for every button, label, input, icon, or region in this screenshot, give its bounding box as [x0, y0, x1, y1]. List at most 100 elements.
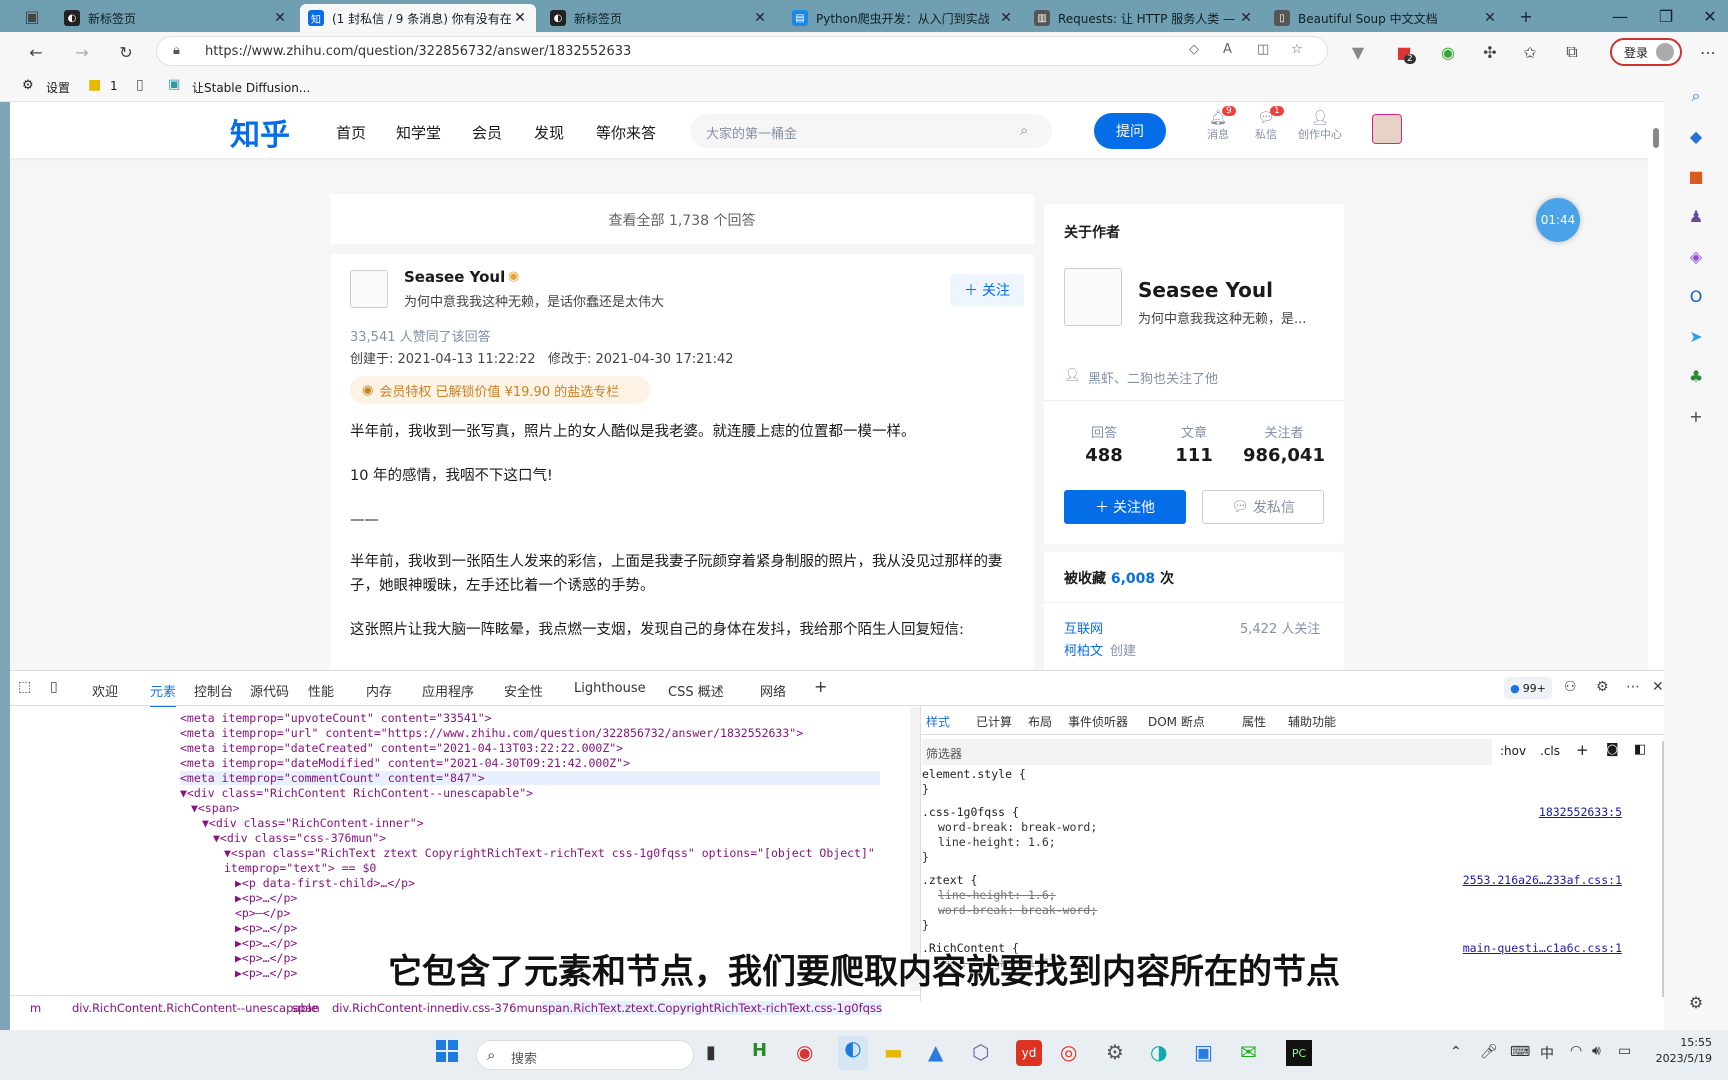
devtools-tab-performance[interactable]: 性能	[308, 681, 334, 700]
restore-icon[interactable]: ❐	[1654, 4, 1678, 28]
tab-3[interactable]: ◐ 新标签页 ✕	[542, 4, 776, 32]
css-declaration[interactable]: }	[922, 918, 929, 932]
breadcrumb-item[interactable]: div.RichContent.RichContent--unescapable	[72, 1001, 318, 1015]
start-button[interactable]	[436, 1040, 458, 1062]
forward-icon[interactable]: →	[70, 40, 94, 64]
more-menu-icon[interactable]: ⋯	[1696, 40, 1720, 64]
dom-node-line[interactable]: <meta itemprop="dateCreated" content="20…	[180, 741, 623, 755]
close-icon[interactable]: ✕	[1238, 10, 1254, 26]
dom-node-line[interactable]: <p>—</p>	[235, 906, 290, 920]
devtools-tab-css-overview[interactable]: CSS 概述	[668, 681, 724, 700]
css-declaration[interactable]: }	[922, 850, 929, 864]
favorite-star-icon[interactable]: ☆	[1291, 42, 1303, 57]
fav-settings[interactable]: 设置	[46, 79, 70, 96]
settings-icon[interactable]: ⚙	[1684, 990, 1708, 1014]
tab-2[interactable]: 知 (1 封私信 / 9 条消息) 你有没有在 ✕	[300, 4, 536, 32]
devtools-tab-sources[interactable]: 源代码	[250, 681, 289, 700]
search-input[interactable]: 大家的第一桶金 ⌕	[690, 114, 1052, 148]
taskbar-search[interactable]: ⌕ 搜索	[476, 1040, 694, 1070]
close-devtools-icon[interactable]: ✕	[1652, 679, 1664, 695]
dom-node-line[interactable]: <meta itemprop="commentCount" content="8…	[180, 771, 880, 785]
css-selector[interactable]: element.style {	[922, 767, 1026, 781]
dom-node-line[interactable]: <meta itemprop="dateModified" content="2…	[180, 756, 630, 770]
dom-node-line[interactable]: <meta itemprop="url" content="https://ww…	[180, 726, 803, 740]
send-message-button[interactable]: 💬︎ 发私信	[1202, 490, 1324, 524]
breadcrumb-item[interactable]: span.RichText.ztext.CopyrightRichText-ri…	[542, 1001, 882, 1015]
ime-indicator[interactable]: 中	[1540, 1043, 1554, 1063]
view-all-answers[interactable]: 查看全部 1,738 个回答	[330, 194, 1034, 244]
device-icon[interactable]: ▯	[50, 679, 58, 695]
dom-node-line[interactable]: ▶<p data-first-child>…</p>	[235, 876, 415, 890]
breadcrumb-item[interactable]: div.css-376mun	[452, 1001, 542, 1015]
author-name[interactable]: Seasee Youl	[404, 268, 505, 286]
split-screen-icon[interactable]: ◫	[1257, 42, 1269, 57]
close-icon[interactable]: ✕	[272, 10, 288, 26]
tray-expand-icon[interactable]: ⌃	[1450, 1044, 1462, 1060]
dom-node-line[interactable]: ▼<span>	[191, 801, 239, 815]
breadcrumb-item[interactable]: div.RichContent-inner	[332, 1001, 456, 1015]
stat-answers[interactable]: 回答 488	[1074, 422, 1134, 466]
customize-icon[interactable]: ⚇	[1564, 679, 1577, 695]
css-selector[interactable]: .css-1g0fqss {	[922, 805, 1019, 819]
settings-app-icon[interactable]: ⚙	[1106, 1040, 1124, 1064]
read-aloud-icon[interactable]: A	[1223, 42, 1232, 57]
stat-articles[interactable]: 文章 111	[1164, 422, 1224, 466]
close-window-icon[interactable]: ✕	[1698, 4, 1722, 28]
edge-dev-icon[interactable]: ◑	[1150, 1040, 1167, 1064]
tab-5[interactable]: ▥ Requests: 让 HTTP 服务人类 — R ✕	[1026, 4, 1262, 32]
css-source-link[interactable]: 2553.216a26…233af.css:1	[1463, 873, 1622, 887]
keyboard-icon[interactable]: ⌨	[1510, 1044, 1530, 1060]
ask-button[interactable]: 提问	[1094, 113, 1166, 149]
dom-node-line[interactable]: ▼<div class="RichContent RichContent--un…	[180, 786, 533, 800]
messages-button[interactable]: 💬︎ 私信 1	[1252, 106, 1284, 142]
devtools-tab-network[interactable]: 网络	[760, 681, 786, 700]
tab-actions-icon[interactable]: ▣	[20, 4, 44, 28]
timer-bubble[interactable]: 01:44	[1536, 198, 1580, 242]
dom-node-line[interactable]: ▶<p>…</p>	[235, 921, 297, 935]
paint-icon[interactable]: ◙	[1606, 742, 1619, 757]
page-scrollbar[interactable]	[1648, 102, 1664, 670]
app-hex-icon[interactable]: ⬡	[972, 1040, 989, 1064]
breadcrumb-item[interactable]: span	[292, 1001, 320, 1015]
inspect-icon[interactable]: ⬚	[18, 679, 31, 695]
collections-icon[interactable]: ⧉	[1560, 40, 1584, 64]
tab-4[interactable]: ▤ Python爬虫开发：从入门到实战 ✕	[784, 4, 1022, 32]
collection-creator-link[interactable]: 柯柏文	[1064, 640, 1103, 659]
css-selector[interactable]: .ztext {	[922, 873, 977, 887]
wechat-icon[interactable]: ✉	[1240, 1040, 1257, 1064]
css-declaration[interactable]: word-break: break-word;	[938, 903, 1097, 917]
zhihu-logo[interactable]: 知乎	[230, 110, 290, 154]
task-view-icon[interactable]: ▮	[706, 1042, 716, 1063]
notification-button[interactable]: 🔔︎ 消息 9	[1204, 106, 1236, 142]
devtools-tab-application[interactable]: 应用程序	[422, 681, 474, 700]
netease-music-icon[interactable]: ◎	[1060, 1040, 1077, 1064]
close-icon[interactable]: ✕	[998, 10, 1014, 26]
creator-center-button[interactable]: 👤︎ 创作中心	[1292, 110, 1348, 142]
devtools-tab-memory[interactable]: 内存	[366, 681, 392, 700]
devtools-tab-welcome[interactable]: 欢迎	[92, 681, 118, 700]
dom-node-line[interactable]: ▼<div class="css-376mun">	[213, 831, 386, 845]
mic-icon[interactable]: 🎤︎	[1480, 1044, 1498, 1060]
nav-waiting[interactable]: 等你来答	[596, 122, 656, 143]
photos-icon[interactable]: ▣	[1194, 1040, 1213, 1064]
new-rule-icon[interactable]: +	[1576, 741, 1589, 759]
fav-stable-diffusion[interactable]: 让Stable Diffusion...	[192, 79, 310, 96]
close-icon[interactable]: ✕	[1482, 10, 1498, 26]
styles-tab[interactable]: 布局	[1028, 713, 1052, 730]
tag-icon[interactable]: ◆	[1684, 124, 1708, 148]
page-icon[interactable]: ▯	[136, 77, 144, 93]
nav-home[interactable]: 首页	[336, 122, 366, 143]
css-declaration[interactable]: word-break: break-word;	[938, 820, 1097, 834]
styles-tab[interactable]: 样式	[926, 713, 950, 730]
copilot-icon[interactable]: ◈	[1684, 244, 1708, 268]
follow-button[interactable]: ＋关注	[950, 274, 1024, 306]
breadcrumb-item[interactable]: m	[30, 1001, 41, 1015]
explorer-icon[interactable]: ▬	[884, 1040, 903, 1064]
issues-badge[interactable]: ● 99+	[1504, 677, 1552, 699]
address-bar[interactable]: 🔒︎ https://www.zhihu.com/question/322856…	[156, 36, 1328, 66]
briefcase-icon[interactable]: ■	[1684, 164, 1708, 188]
devtools-tab-security[interactable]: 安全性	[504, 681, 543, 700]
fav-folder[interactable]: 1	[110, 79, 118, 93]
about-name[interactable]: Seasee Youl	[1138, 278, 1273, 302]
chrome-icon[interactable]: ◉	[796, 1040, 813, 1064]
